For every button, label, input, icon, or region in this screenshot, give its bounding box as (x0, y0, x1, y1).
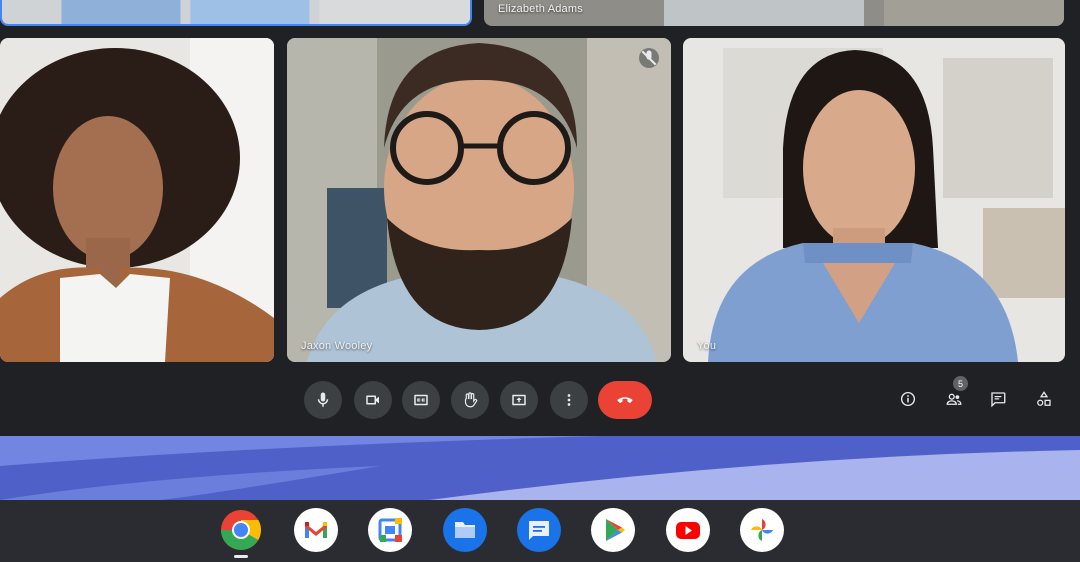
camera-button[interactable] (354, 381, 392, 419)
microphone-button[interactable] (304, 381, 342, 419)
desktop-wallpaper (0, 436, 1080, 500)
running-indicator (234, 555, 248, 558)
end-call-button[interactable] (598, 381, 652, 419)
chrome-app-icon[interactable] (219, 508, 263, 552)
play-store-app-icon[interactable] (591, 508, 635, 552)
chat-button[interactable] (985, 386, 1011, 412)
participant-video (0, 38, 274, 362)
more-options-icon (567, 394, 571, 406)
calendar-app-icon[interactable] (368, 508, 412, 552)
participant-tile-top-left[interactable] (0, 0, 472, 26)
microphone-icon (317, 392, 329, 407)
chat-icon (991, 392, 1006, 408)
people-button[interactable]: 5 (941, 376, 968, 412)
shelf (0, 500, 1080, 562)
call-control-bar: 5 (0, 362, 1080, 436)
captions-icon (414, 394, 428, 406)
present-button[interactable] (500, 381, 538, 419)
meet-window: Elizabeth Adams Jaxon Wooley You 5 (0, 0, 1080, 436)
activities-button[interactable] (1031, 386, 1057, 412)
more-options-button[interactable] (550, 381, 588, 419)
youtube-app-icon[interactable] (666, 508, 710, 552)
participant-video (287, 38, 671, 362)
wallpaper-graphic (0, 436, 1080, 500)
participant-name: You (697, 340, 717, 352)
participant-tile-jaxon-wooley[interactable]: Jaxon Wooley (287, 38, 671, 362)
meeting-info-button[interactable] (895, 386, 921, 412)
people-icon (946, 393, 962, 405)
present-icon (512, 394, 526, 406)
participant-name: Elizabeth Adams (498, 3, 583, 15)
muted-indicator-icon (639, 48, 659, 68)
photos-app-icon[interactable] (740, 508, 784, 552)
raise-hand-icon (464, 392, 478, 408)
gmail-app-icon[interactable] (294, 508, 338, 552)
captions-button[interactable] (402, 381, 440, 419)
info-icon (900, 391, 916, 407)
participant-name: Jaxon Wooley (301, 340, 373, 352)
participant-video (683, 38, 1065, 362)
end-call-icon (617, 397, 633, 403)
participant-tile-elizabeth-adams[interactable]: Elizabeth Adams (484, 0, 1064, 26)
camera-icon (366, 395, 379, 405)
messages-app-icon[interactable] (517, 508, 561, 552)
participant-count-badge: 5 (953, 376, 968, 391)
activities-icon (1037, 391, 1051, 406)
participant-video (2, 0, 470, 24)
files-app-icon[interactable] (443, 508, 487, 552)
raise-hand-button[interactable] (451, 381, 489, 419)
participant-tile-you[interactable]: You (683, 38, 1065, 362)
participant-tile-left[interactable] (0, 38, 274, 362)
